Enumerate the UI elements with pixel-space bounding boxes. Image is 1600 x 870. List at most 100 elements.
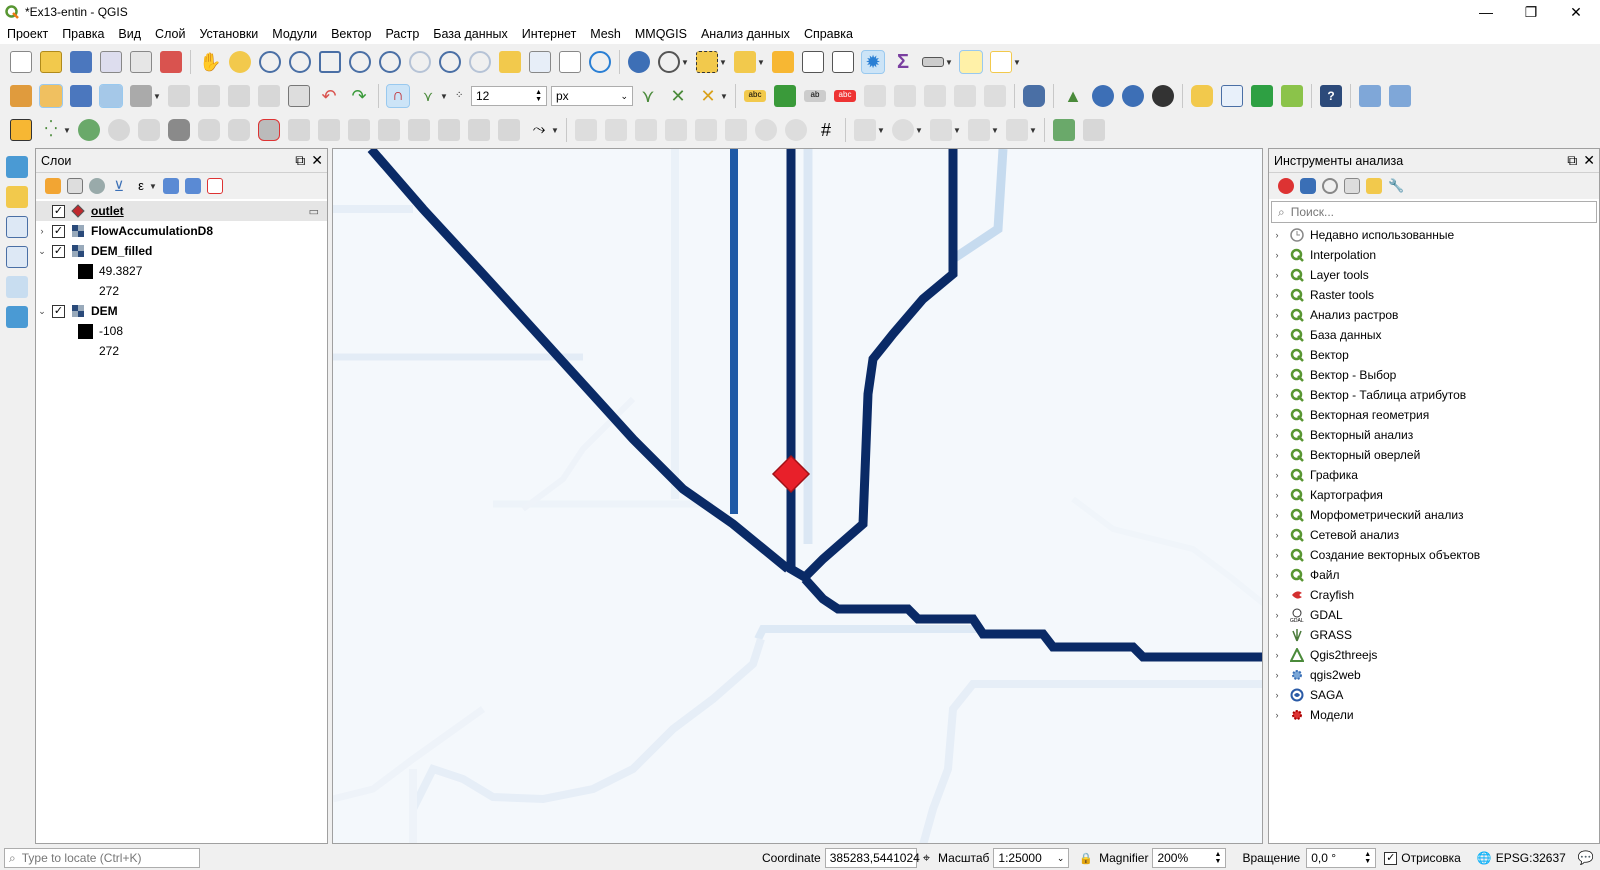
expand-arrow-icon[interactable]: › <box>1269 470 1285 480</box>
chevron-down-icon[interactable]: ▼ <box>719 58 727 67</box>
expand-arrow-icon[interactable]: › <box>1269 570 1285 580</box>
expand-arrow-icon[interactable]: › <box>1269 670 1285 680</box>
chevron-down-icon[interactable]: ▼ <box>440 92 448 101</box>
models-icon[interactable] <box>1278 178 1294 194</box>
lock-scale-icon[interactable]: 🔒 <box>1079 852 1093 865</box>
qgis2threejs-icon[interactable]: ▲ <box>1062 85 1084 107</box>
disabled-plugin-icon[interactable] <box>1083 119 1105 141</box>
menu-database[interactable]: База данных <box>426 27 514 41</box>
toolbox-group[interactable]: › Вектор - Таблица атрибутов <box>1269 385 1599 405</box>
crs-globe-icon[interactable]: 🌐 <box>1477 851 1492 865</box>
expand-arrow-icon[interactable]: › <box>1269 290 1285 300</box>
show-bookmarks-icon[interactable] <box>559 51 581 73</box>
toolbox-group[interactable]: › Модели <box>1269 705 1599 725</box>
measure-icon[interactable] <box>922 57 944 67</box>
avoid-intersections-icon[interactable]: ✕ <box>667 85 689 107</box>
close-icon[interactable]: ✕ <box>311 152 323 169</box>
bookmarks-icon[interactable] <box>499 51 521 73</box>
results-viewer-icon[interactable] <box>1344 178 1360 194</box>
toolbox-group[interactable]: › qgis2web <box>1269 665 1599 685</box>
help-icon[interactable]: ? <box>1320 85 1342 107</box>
toolbox-group[interactable]: › Сетевой анализ <box>1269 525 1599 545</box>
delete-part-icon[interactable] <box>198 119 220 141</box>
database-icon[interactable] <box>1023 85 1045 107</box>
merge-features-icon[interactable] <box>378 119 400 141</box>
toolbox-group[interactable]: › Вектор <box>1269 345 1599 365</box>
zoom-out-icon[interactable] <box>289 51 311 73</box>
diagram-icon[interactable] <box>774 85 796 107</box>
edit-features-in-place-icon[interactable] <box>1366 178 1382 194</box>
zoom-native-icon[interactable] <box>409 51 431 73</box>
expand-arrow-icon[interactable]: › <box>1269 230 1285 240</box>
layer-styling-icon[interactable] <box>1281 85 1303 107</box>
move-feature-icon[interactable] <box>498 119 520 141</box>
rotation-spinbox[interactable]: 0,0 ° ▲ ▼ <box>1306 848 1377 868</box>
split-parts-icon[interactable] <box>318 119 340 141</box>
maximize-button[interactable]: ❐ <box>1508 0 1554 24</box>
shape-digitizing-icon[interactable] <box>854 119 876 141</box>
save-project-icon[interactable] <box>70 51 92 73</box>
add-polygon-icon[interactable] <box>1006 119 1028 141</box>
pan-icon[interactable]: ✋ <box>199 51 221 73</box>
field-calculator-icon[interactable] <box>832 51 854 73</box>
chevron-down-icon[interactable]: ▼ <box>757 58 765 67</box>
merge-attributes-icon[interactable] <box>348 119 370 141</box>
menu-processing[interactable]: Анализ данных <box>694 27 797 41</box>
zoom-next-icon[interactable] <box>469 51 491 73</box>
add-part-icon[interactable] <box>108 119 130 141</box>
menu-project[interactable]: Проект <box>0 27 55 41</box>
toolbox-group[interactable]: › Векторная геометрия <box>1269 405 1599 425</box>
raster-histogram-icon[interactable] <box>575 119 597 141</box>
chevron-down-icon[interactable]: ▼ <box>1013 58 1021 67</box>
chevron-down-icon[interactable]: ▼ <box>991 126 999 135</box>
undo-icon[interactable]: ↶ <box>318 85 340 107</box>
expand-arrow-icon[interactable]: › <box>1269 450 1285 460</box>
pin-labels-icon[interactable]: ab <box>804 90 826 102</box>
processing-history-icon[interactable] <box>1359 85 1381 107</box>
python-console-icon[interactable] <box>1191 85 1213 107</box>
toggle-extents-icon[interactable]: ⌖ <box>923 850 930 866</box>
add-ring-icon[interactable] <box>78 119 100 141</box>
add-vector-layer-icon[interactable] <box>6 156 28 178</box>
pan-to-selection-icon[interactable] <box>229 51 251 73</box>
wms-icon[interactable] <box>1092 85 1114 107</box>
expression-filter-icon[interactable]: ε <box>133 178 149 194</box>
delete-selected-icon[interactable] <box>198 85 220 107</box>
georeferencer-icon[interactable] <box>1221 85 1243 107</box>
cut-features-icon[interactable] <box>228 85 250 107</box>
move-label-icon[interactable] <box>924 85 946 107</box>
layer-styling-icon[interactable] <box>45 178 61 194</box>
expand-arrow-icon[interactable]: › <box>1269 490 1285 500</box>
zoom-full-icon[interactable] <box>319 51 341 73</box>
map-render[interactable] <box>333 149 1263 844</box>
expand-arrow-icon[interactable]: › <box>1269 590 1285 600</box>
messages-icon[interactable]: 💬 <box>1578 850 1594 866</box>
layer-row-dem-filled[interactable]: ⌄ ✓ DEM_filled <box>36 241 327 261</box>
menu-help[interactable]: Справка <box>797 27 860 41</box>
modify-attributes-icon[interactable] <box>168 85 190 107</box>
attribute-action-icon[interactable] <box>658 51 680 73</box>
decrease-brightness-icon[interactable] <box>725 119 747 141</box>
digitize-icon[interactable] <box>99 84 123 108</box>
highlight-pinned-icon[interactable] <box>864 85 886 107</box>
filter-icon[interactable]: ⊻ <box>111 178 127 194</box>
save-edits-icon[interactable] <box>70 85 92 107</box>
new-bookmark-icon[interactable] <box>529 51 551 73</box>
locator-input[interactable]: ⌕ Type to locate (Ctrl+K) <box>4 848 200 868</box>
print-layout-icon[interactable] <box>130 51 152 73</box>
expand-arrow-icon[interactable]: › <box>1269 610 1285 620</box>
toolbox-group[interactable]: › Графика <box>1269 465 1599 485</box>
zoom-selection-icon[interactable] <box>349 51 371 73</box>
expand-all-icon[interactable] <box>163 178 179 194</box>
select-by-expression-icon[interactable] <box>734 51 756 73</box>
expand-arrow-icon[interactable]: › <box>1269 350 1285 360</box>
toolbox-group[interactable]: › Морфометрический анализ <box>1269 505 1599 525</box>
split-features-icon[interactable] <box>288 119 310 141</box>
expand-arrow-icon[interactable]: › <box>1269 650 1285 660</box>
collapse-arrow-icon[interactable]: ⌄ <box>36 306 48 317</box>
toolbox-group[interactable]: › GRASS <box>1269 625 1599 645</box>
menu-plugins[interactable]: Модули <box>265 27 324 41</box>
chevron-down-icon[interactable]: ▼ <box>63 126 71 135</box>
crs-value[interactable]: EPSG:32637 <box>1496 851 1566 865</box>
snap-vertex-icon[interactable]: ⋎ <box>417 85 439 107</box>
